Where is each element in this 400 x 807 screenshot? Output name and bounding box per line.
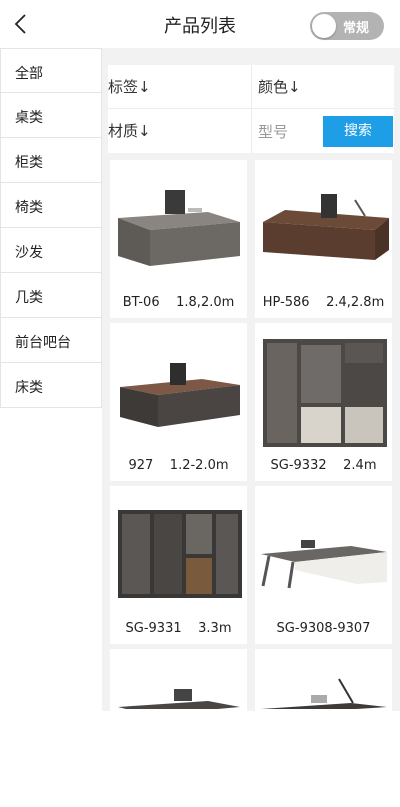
product-card[interactable] [255,649,392,807]
toggle-knob [312,14,336,38]
search-button[interactable]: 搜索 [323,116,393,147]
tag-filter[interactable]: 标签↓ [108,65,251,109]
product-area: 标签↓ 颜色↓ 材质↓ 型号 搜索 BT-06 1.8,2.0m HP-586 … [102,48,400,807]
product-label: BT-06 1.8,2.0m [122,295,235,310]
product-card[interactable] [110,649,247,807]
product-label: SG-9308-9307 [276,621,371,636]
sidebar-item-cabinets[interactable]: 柜类 [0,138,102,183]
sidebar-item-beds[interactable]: 床类 [0,363,102,408]
toggle-label: 常规 [343,21,370,36]
product-desk-image [120,363,240,427]
product-cabinet-image [263,339,387,447]
product-desk-image [261,540,387,589]
product-desk-image [263,194,389,260]
color-filter[interactable]: 颜色↓ [258,65,394,109]
product-label: SG-9332 2.4m [270,458,377,473]
product-card[interactable]: SG-9308-9307 [255,486,392,644]
product-label: 927 1.2-2.0m [128,458,229,473]
category-sidebar: 全部 桌类 柜类 椅类 沙发 几类 前台吧台 床类 [0,48,102,711]
product-label: HP-586 2.4,2.8m [262,295,385,310]
sidebar-item-sofas[interactable]: 沙发 [0,228,102,273]
product-card[interactable]: 927 1.2-2.0m [110,323,247,481]
product-desk-image [118,689,240,709]
filter-divider [251,65,252,153]
material-filter[interactable]: 材质↓ [108,109,251,153]
product-desk-image [261,678,387,709]
product-card[interactable]: HP-586 2.4,2.8m [255,160,392,318]
product-label: SG-9331 3.3m [125,621,232,636]
sidebar-item-chairs[interactable]: 椅类 [0,183,102,228]
product-card[interactable]: BT-06 1.8,2.0m [110,160,247,318]
product-card[interactable]: SG-9332 2.4m [255,323,392,481]
model-input[interactable]: 型号 [258,121,288,142]
product-cabinet-image [118,510,242,598]
app-header: 产品列表 常规 [0,0,400,48]
sidebar-item-desks[interactable]: 桌类 [0,93,102,138]
sidebar-item-reception[interactable]: 前台吧台 [0,318,102,363]
sidebar-item-tables[interactable]: 几类 [0,273,102,318]
product-card[interactable]: SG-9331 3.3m [110,486,247,644]
mode-toggle[interactable]: 常规 [310,12,384,40]
sidebar-item-all[interactable]: 全部 [0,48,102,93]
product-desk-image [118,190,240,266]
